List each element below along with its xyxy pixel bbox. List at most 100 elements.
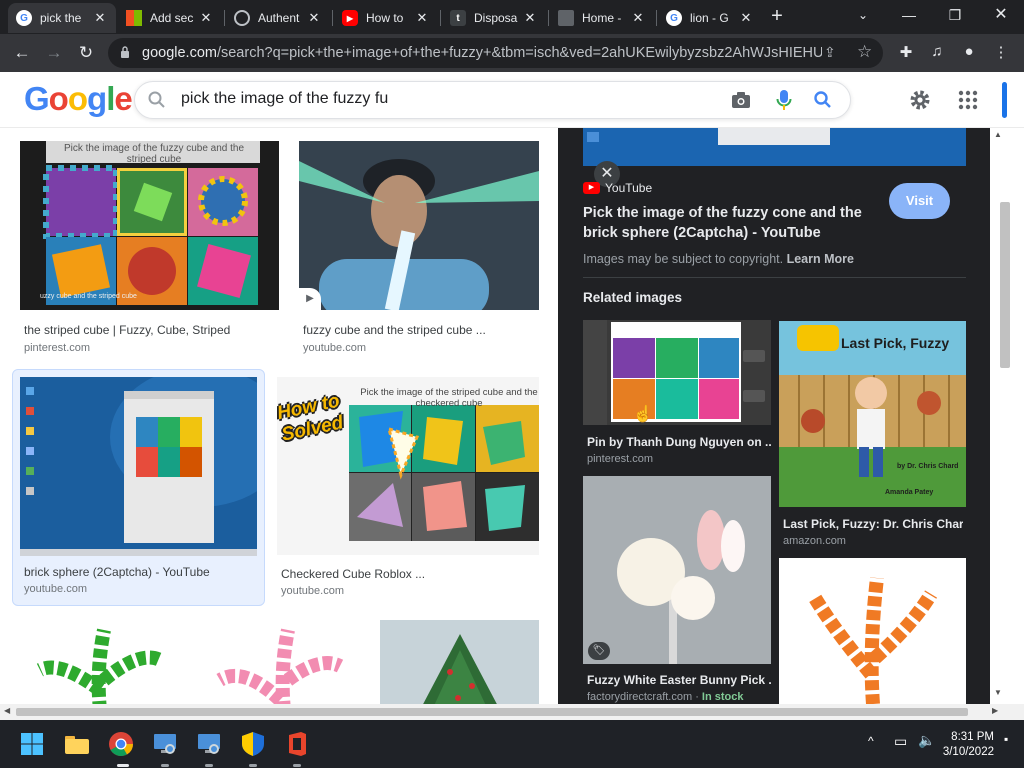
google-logo[interactable]: Google	[24, 80, 133, 118]
tab-lion-google[interactable]: G lion - G ✕	[658, 3, 762, 33]
back-button[interactable]: ←	[8, 39, 36, 67]
system-clock[interactable]: 8:31 PM 3/10/2022	[942, 730, 994, 760]
result-source[interactable]: youtube.com	[281, 585, 344, 597]
related-image-thumbnail[interactable]: 🏷	[583, 476, 771, 664]
remote-desktop-icon[interactable]	[150, 729, 180, 759]
office-taskbar-icon[interactable]	[282, 729, 312, 759]
scroll-right-icon[interactable]: ▶	[992, 706, 998, 715]
result-source[interactable]: youtube.com	[303, 342, 366, 354]
search-submit-icon[interactable]	[813, 90, 833, 110]
divider	[583, 277, 966, 278]
image-thumbnail[interactable]: Pick the image of the striped cube and t…	[277, 377, 539, 555]
tab-disposable[interactable]: t Disposa ✕	[442, 3, 546, 33]
tab-add-security[interactable]: Add sec ✕	[118, 3, 222, 33]
result-title[interactable]: brick sphere (2Captcha) - YouTube	[24, 565, 259, 579]
tray-chevron-up-icon[interactable]: ^	[868, 734, 874, 748]
related-title[interactable]: Last Pick, Fuzzy: Dr. Chris Char...	[783, 517, 963, 531]
restore-button[interactable]: ❐	[932, 4, 978, 28]
learn-more-link[interactable]: Learn More	[787, 252, 854, 266]
visit-button[interactable]: Visit	[889, 183, 950, 219]
file-explorer-icon[interactable]	[62, 729, 92, 759]
security-shield-taskbar-icon[interactable]	[238, 729, 268, 759]
sign-in-button-edge[interactable]	[1002, 82, 1007, 118]
share-icon[interactable]: ⇪	[824, 44, 836, 61]
remote-desktop-icon[interactable]	[194, 729, 224, 759]
image-result-card[interactable]: Pick the image of the fuzzy cube and the…	[20, 141, 279, 359]
menu-kebab-icon[interactable]: ⋮	[990, 43, 1012, 61]
close-window-button[interactable]: ✕	[978, 4, 1024, 28]
result-title[interactable]: fuzzy cube and the striped cube ...	[303, 323, 533, 337]
close-icon[interactable]: ✕	[92, 10, 108, 26]
scrollbar-thumb[interactable]	[1000, 202, 1010, 368]
image-result-card[interactable]: ▶ fuzzy cube and the striped cube ... yo…	[299, 141, 539, 359]
tab-search-chevron-icon[interactable]: ⌄	[840, 4, 886, 28]
monitor-search-icon	[198, 734, 220, 754]
scrollbar-thumb[interactable]	[16, 708, 968, 716]
running-indicator	[293, 764, 301, 767]
running-indicator	[161, 764, 169, 767]
image-thumbnail[interactable]	[20, 377, 257, 556]
profile-avatar-icon[interactable]: ●	[958, 43, 980, 60]
tab-how-to[interactable]: ▶ How to ✕	[334, 3, 438, 33]
apps-grid-icon[interactable]	[958, 90, 978, 110]
close-icon[interactable]: ✕	[630, 10, 646, 26]
scroll-up-icon[interactable]: ▲	[994, 130, 1002, 139]
related-title[interactable]: Pin by Thanh Dung Nguyen on ...	[587, 435, 771, 449]
related-image-thumbnail[interactable]: ☝	[583, 320, 771, 425]
tab-google-search[interactable]: G pick the ✕	[8, 3, 116, 33]
camera-search-icon[interactable]	[731, 91, 751, 109]
result-title[interactable]: the striped cube | Fuzzy, Cube, Striped	[24, 323, 274, 337]
result-source[interactable]: youtube.com	[24, 583, 87, 595]
close-icon[interactable]: ✕	[414, 10, 430, 26]
image-result-card[interactable]: Pick the image of the striped cube and t…	[277, 377, 539, 599]
preview-image[interactable]	[583, 128, 966, 166]
windows-start-icon[interactable]	[17, 729, 47, 759]
image-thumbnail[interactable]	[200, 620, 360, 704]
folder-icon	[65, 736, 89, 754]
preview-title[interactable]: Pick the image of the fuzzy cone and the…	[583, 203, 873, 243]
related-image-thumbnail[interactable]: Last Pick, Fuzzy by Dr. Chris Chard Aman…	[779, 321, 966, 507]
media-queue-icon[interactable]: ♫	[926, 43, 948, 60]
scroll-left-icon[interactable]: ◀	[4, 706, 10, 715]
forward-button[interactable]: →	[40, 39, 68, 67]
network-icon[interactable]: ▭	[894, 733, 907, 750]
tab-divider	[224, 10, 225, 26]
vertical-scrollbar[interactable]: ▲ ▼	[990, 128, 1024, 704]
close-icon[interactable]: ✕	[306, 10, 322, 26]
reload-button[interactable]: ↻	[72, 39, 100, 67]
chrome-taskbar-icon[interactable]	[106, 729, 136, 759]
address-bar[interactable]: google.com/search?q=pick+the+image+of+th…	[108, 38, 883, 68]
scroll-down-icon[interactable]: ▼	[994, 688, 1002, 697]
close-icon[interactable]: ✕	[738, 10, 754, 26]
close-icon[interactable]: ✕	[198, 10, 214, 26]
minimize-button[interactable]: —	[886, 4, 932, 28]
image-thumbnail[interactable]: Pick the image of the fuzzy cube and the…	[20, 141, 279, 310]
volume-icon[interactable]: 🔈	[918, 732, 935, 749]
extensions-puzzle-icon[interactable]: ✚	[895, 43, 917, 61]
search-input[interactable]	[181, 90, 721, 108]
related-title[interactable]: Fuzzy White Easter Bunny Pick ...	[587, 673, 771, 687]
result-title[interactable]: Checkered Cube Roblox ...	[281, 567, 531, 581]
image-thumbnail[interactable]	[380, 620, 539, 704]
image-result-card-selected[interactable]: brick sphere (2Captcha) - YouTube youtub…	[12, 369, 265, 606]
play-icon: ▶	[299, 288, 321, 310]
bookmark-star-icon[interactable]: ☆	[857, 42, 872, 62]
shield-icon	[242, 732, 264, 756]
tab-authenticator[interactable]: Authent ✕	[226, 3, 330, 33]
image-thumbnail[interactable]: ▶	[299, 141, 539, 310]
horizontal-scrollbar[interactable]: ◀ ▶	[0, 704, 1024, 720]
microphone-icon[interactable]	[776, 89, 792, 111]
related-source[interactable]: pinterest.com	[587, 453, 653, 465]
image-thumbnail[interactable]	[20, 620, 180, 704]
new-tab-button[interactable]: +	[766, 6, 788, 28]
related-image-thumbnail[interactable]	[779, 558, 966, 704]
related-source[interactable]: amazon.com	[783, 535, 846, 547]
settings-gear-icon[interactable]	[908, 88, 932, 112]
notifications-icon[interactable]: ▪	[1004, 732, 1008, 746]
source-label[interactable]: ▶ YouTube	[583, 181, 652, 195]
related-source[interactable]: factorydirectcraft.com · In stock	[587, 691, 744, 703]
result-source[interactable]: pinterest.com	[24, 342, 90, 354]
url-text: google.com/search?q=pick+the+image+of+th…	[142, 45, 822, 61]
close-icon[interactable]: ✕	[522, 10, 538, 26]
tab-home[interactable]: Home - ✕	[550, 3, 654, 33]
